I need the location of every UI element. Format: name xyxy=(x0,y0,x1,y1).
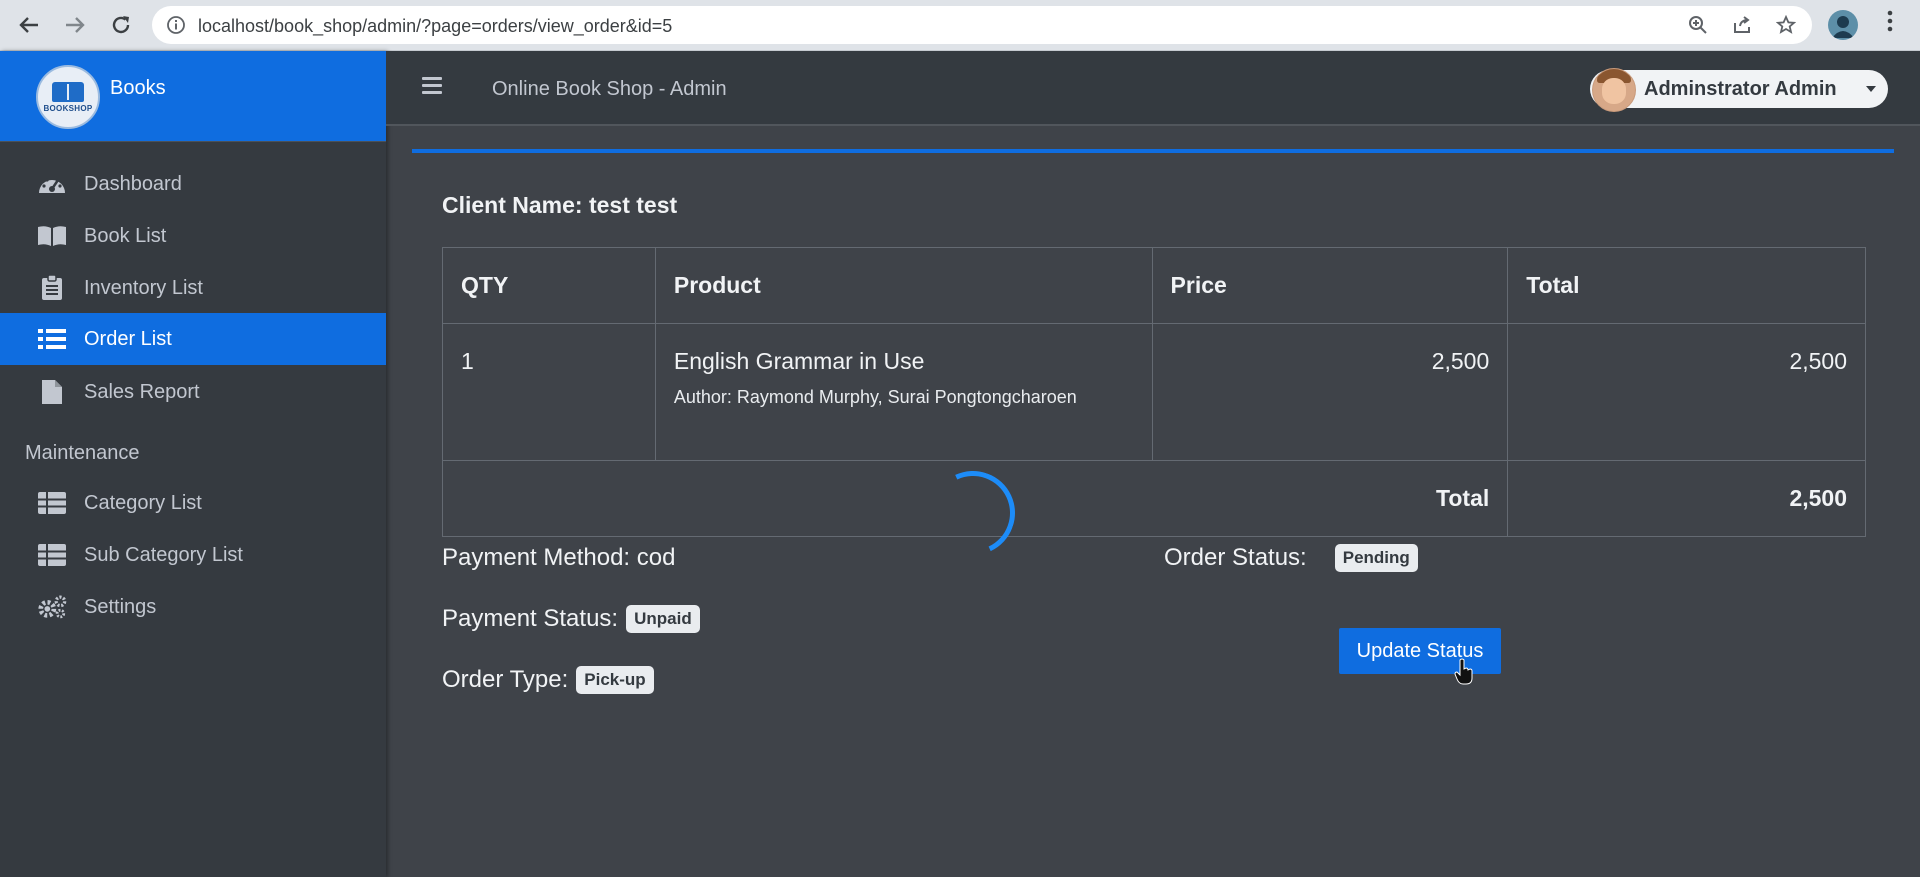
column-header-product: Product xyxy=(654,247,1153,324)
payment-status-label: Payment Status: xyxy=(442,605,619,632)
total-cell: 2,500 xyxy=(1507,323,1866,461)
avatar xyxy=(1592,68,1636,112)
grand-total-value: 2,500 xyxy=(1507,460,1866,537)
order-status-label: Order Status: xyxy=(1164,544,1307,571)
zoom-icon[interactable] xyxy=(1688,15,1708,35)
top-navbar: Online Book Shop - Admin Adminstrator Ad… xyxy=(386,51,1920,126)
reload-icon[interactable] xyxy=(106,10,136,40)
sidebar-item-order-list[interactable]: Order List xyxy=(0,313,386,365)
sidebar-item-settings[interactable]: Settings xyxy=(0,581,386,633)
sidebar-item-category-list[interactable]: Category List xyxy=(0,477,386,529)
payment-method-text: Payment Method: cod xyxy=(442,544,676,571)
sidebar-item-label: Order List xyxy=(84,327,172,350)
sidebar-item-inventory-list[interactable]: Inventory List xyxy=(0,262,386,314)
bookmark-star-icon[interactable] xyxy=(1775,14,1797,35)
back-arrow-icon[interactable] xyxy=(14,10,44,40)
payment-status: Payment Status: Unpaid xyxy=(442,605,700,633)
bookshop-logo: BOOKSHOP xyxy=(36,65,100,129)
user-name: Adminstrator Admin xyxy=(1644,78,1837,100)
bars-menu-icon[interactable] xyxy=(422,77,442,95)
forward-arrow-icon[interactable] xyxy=(60,10,90,40)
cogs-icon xyxy=(37,594,67,620)
column-header-total: Total xyxy=(1507,247,1866,324)
site-info-icon[interactable] xyxy=(166,15,186,35)
sidebar-item-label: Sales Report xyxy=(84,380,200,403)
product-title: English Grammar in Use xyxy=(673,348,925,374)
qty-cell: 1 xyxy=(442,323,656,461)
card-top-border xyxy=(412,149,1894,153)
caret-down-icon xyxy=(1866,86,1876,92)
tachometer-icon xyxy=(37,171,67,197)
table-footer-row: Total 2,500 xyxy=(441,460,1866,537)
book-open-icon xyxy=(37,223,67,249)
file-icon xyxy=(37,379,67,405)
price-cell: 2,500 xyxy=(1151,323,1509,461)
status-badge: Unpaid xyxy=(626,605,700,633)
browser-profile-icon[interactable] xyxy=(1828,10,1858,40)
product-author: Author: Raymond Murphy, Surai Pongtongch… xyxy=(673,387,1077,407)
sidebar-item-sub-category-list[interactable]: Sub Category List xyxy=(0,529,386,581)
sidebar-item-book-list[interactable]: Book List xyxy=(0,210,386,262)
maintenance-header: Maintenance xyxy=(25,442,140,464)
url-text[interactable]: localhost/book_shop/admin/?page=orders/v… xyxy=(198,16,672,37)
sidebar-item-label: Book List xyxy=(84,224,167,247)
order-type: Order Type: Pick-up xyxy=(442,666,654,694)
update-status-button[interactable]: Update Status xyxy=(1339,628,1501,674)
user-dropdown[interactable]: Adminstrator Admin xyxy=(1590,68,1888,112)
sidebar-item-dashboard[interactable]: Dashboard xyxy=(0,158,386,210)
table-header-row: QTY Product Price Total xyxy=(442,247,1866,324)
brand-link[interactable]: BOOKSHOP Books xyxy=(0,51,386,141)
sidebar-item-label: Category List xyxy=(84,491,202,514)
hand-cursor-icon xyxy=(1454,658,1473,685)
order-type-label: Order Type: xyxy=(442,666,569,693)
sidebar-item-label: Settings xyxy=(84,595,157,618)
browser-toolbar: localhost/book_shop/admin/?page=orders/v… xyxy=(0,0,1920,51)
column-header-qty: QTY xyxy=(442,247,656,324)
product-cell: English Grammar in Use Author: Raymond M… xyxy=(654,323,1153,461)
site-title: Online Book Shop - Admin xyxy=(492,78,727,100)
payment-method: Payment Method: cod xyxy=(442,544,675,572)
list-icon xyxy=(37,326,67,352)
sidebar-item-label: Dashboard xyxy=(84,172,182,195)
clipboard-list-icon xyxy=(37,275,67,301)
sidebar-divider xyxy=(0,141,386,142)
status-badge: Pending xyxy=(1334,544,1418,572)
sidebar-item-label: Inventory List xyxy=(84,276,203,299)
sidebar-item-label: Sub Category List xyxy=(84,543,243,566)
order-items-table: QTY Product Price Total 1 English Gramma… xyxy=(441,247,1866,537)
share-icon[interactable] xyxy=(1732,15,1752,35)
client-name: Client Name: test test xyxy=(442,192,678,218)
browser-menu-icon[interactable] xyxy=(1880,10,1900,40)
table-row: 1 English Grammar in Use Author: Raymond… xyxy=(442,323,1866,461)
brand-name: Books xyxy=(110,77,166,99)
address-bar[interactable]: localhost/book_shop/admin/?page=orders/v… xyxy=(152,6,1812,44)
sidebar-item-sales-report[interactable]: Sales Report xyxy=(0,366,386,418)
column-header-price: Price xyxy=(1151,247,1509,324)
order-status: Order Status: Pending xyxy=(1164,544,1418,572)
table-icon xyxy=(37,490,67,516)
status-badge: Pick-up xyxy=(576,666,654,694)
sidebar: BOOKSHOP Books Dashboard Book List Inven… xyxy=(0,51,386,877)
table-icon xyxy=(37,542,67,568)
